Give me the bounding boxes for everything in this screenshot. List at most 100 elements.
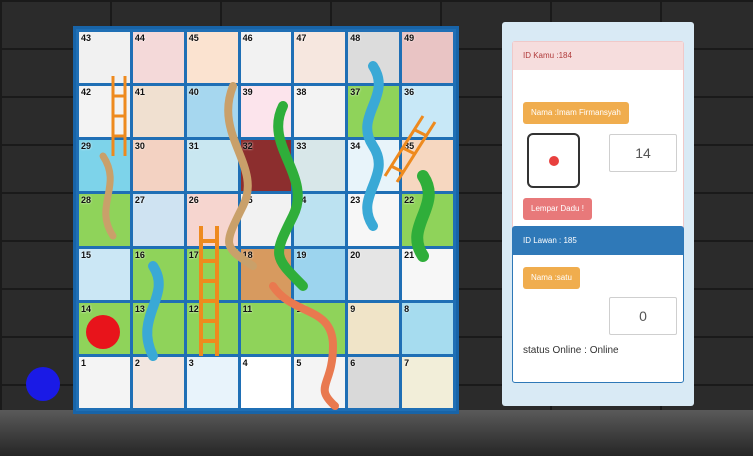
cell-number: 44 [134, 33, 145, 43]
cell-number: 3 [188, 357, 194, 368]
board-cell: 35 [402, 140, 453, 192]
board-cell: 37 [348, 86, 400, 138]
my-position-value: 14 [609, 134, 677, 172]
cell-number: 33 [296, 141, 307, 152]
floor [0, 410, 753, 456]
cell-number: 14 [81, 303, 92, 314]
board-cell: 10 [294, 302, 346, 354]
board-cell: 2 [132, 356, 184, 408]
cell-number: 8 [404, 303, 410, 314]
cell-number: 45 [188, 33, 199, 43]
cell-number: 9 [350, 303, 356, 314]
board-cell: 29 [79, 140, 130, 192]
board-cell: 43 [79, 32, 130, 84]
board-cell: 6 [348, 356, 400, 408]
cell-number: 4 [242, 357, 248, 368]
game-board: 43 44 45 46 47 48 49 42 41 40 39 38 37 36 29 30 31 32 33 34… [73, 26, 459, 414]
board-cell: 30 [132, 140, 184, 192]
board-cell: 32 [240, 140, 292, 192]
cell-number: 24 [296, 195, 307, 206]
board-cell: 25 [240, 194, 292, 246]
cell-number: 15 [81, 249, 92, 260]
cell-number: 40 [188, 87, 199, 98]
cell-number: 42 [81, 87, 92, 98]
my-player-card: ID Kamu :184 Nama :Imam Firmansyah 14 Le… [512, 41, 684, 231]
board-cell: 38 [294, 86, 346, 138]
opponent-position-value: 0 [609, 297, 677, 335]
cell-number: 30 [134, 141, 145, 152]
board-cell: 7 [402, 356, 453, 408]
board-cell: 41 [132, 86, 184, 138]
cell-number: 11 [242, 303, 253, 314]
board-cell: 49 [402, 32, 453, 84]
opponent-player-piece [26, 367, 60, 401]
board-cell: 34 [348, 140, 400, 192]
board-cell: 31 [186, 140, 238, 192]
cell-number: 16 [134, 249, 145, 260]
cell-number: 49 [404, 33, 415, 43]
cell-number: 12 [188, 303, 199, 314]
board-cell: 9 [348, 302, 400, 354]
cell-number: 35 [404, 141, 415, 152]
board-cell: 5 [294, 356, 346, 408]
cell-number: 28 [81, 195, 92, 206]
cell-number: 1 [81, 357, 87, 368]
cell-number: 36 [404, 87, 415, 98]
cell-number: 6 [350, 357, 356, 368]
my-id-label: ID Kamu :184 [513, 42, 683, 70]
board-cell: 12 [186, 302, 238, 354]
cell-number: 34 [350, 141, 361, 152]
opponent-card: ID Lawan : 185 Nama :satu 0 status Onlin… [512, 226, 684, 383]
cell-number: 21 [404, 249, 415, 260]
cell-number: 23 [350, 195, 361, 206]
board-cell: 17 [186, 248, 238, 300]
board-cell: 45 [186, 32, 238, 84]
board-cell: 1 [79, 356, 130, 408]
board-cell: 24 [294, 194, 346, 246]
cell-number: 25 [242, 195, 253, 206]
board-cell: 22 [402, 194, 453, 246]
cell-number: 2 [134, 357, 140, 368]
cell-number: 38 [296, 87, 307, 98]
dice[interactable] [527, 133, 580, 188]
board-cell: 44 [132, 32, 184, 84]
board-cell: 39 [240, 86, 292, 138]
cell-number: 48 [350, 33, 361, 43]
my-name-badge: Nama :Imam Firmansyah [523, 102, 629, 124]
opponent-id-label: ID Lawan : 185 [513, 227, 683, 255]
board-cell: 21 [402, 248, 453, 300]
board-cell: 42 [79, 86, 130, 138]
board-cell: 46 [240, 32, 292, 84]
board-cell: 40 [186, 86, 238, 138]
board-cell: 8 [402, 302, 453, 354]
board-cell: 23 [348, 194, 400, 246]
cell-number: 37 [350, 87, 361, 98]
cell-number: 39 [242, 87, 253, 98]
board-cell: 15 [79, 248, 130, 300]
cell-number: 10 [296, 303, 307, 314]
opponent-name-badge: Nama :satu [523, 267, 580, 289]
cell-number: 46 [242, 33, 253, 43]
cell-number: 5 [296, 357, 302, 368]
roll-dice-button[interactable]: Lempar Dadu ! [523, 198, 592, 220]
board-cell: 13 [132, 302, 184, 354]
board-cell: 36 [402, 86, 453, 138]
board-cell: 11 [240, 302, 292, 354]
cell-number: 31 [188, 141, 199, 152]
cell-number: 19 [296, 249, 307, 260]
cell-number: 18 [242, 249, 253, 260]
cell-number: 22 [404, 195, 415, 206]
game-info-panel: ID Kamu :184 Nama :Imam Firmansyah 14 Le… [502, 22, 694, 406]
board-cell: 3 [186, 356, 238, 408]
board-cell: 33 [294, 140, 346, 192]
opponent-status: status Online : Online [523, 345, 619, 356]
cell-number: 29 [81, 141, 92, 152]
cell-number: 32 [242, 141, 253, 152]
my-player-piece [86, 315, 120, 349]
board-cell: 48 [348, 32, 400, 84]
board-cell: 20 [348, 248, 400, 300]
cell-number: 26 [188, 195, 199, 206]
board-cell: 4 [240, 356, 292, 408]
cell-number: 41 [134, 87, 145, 98]
board-cell: 19 [294, 248, 346, 300]
